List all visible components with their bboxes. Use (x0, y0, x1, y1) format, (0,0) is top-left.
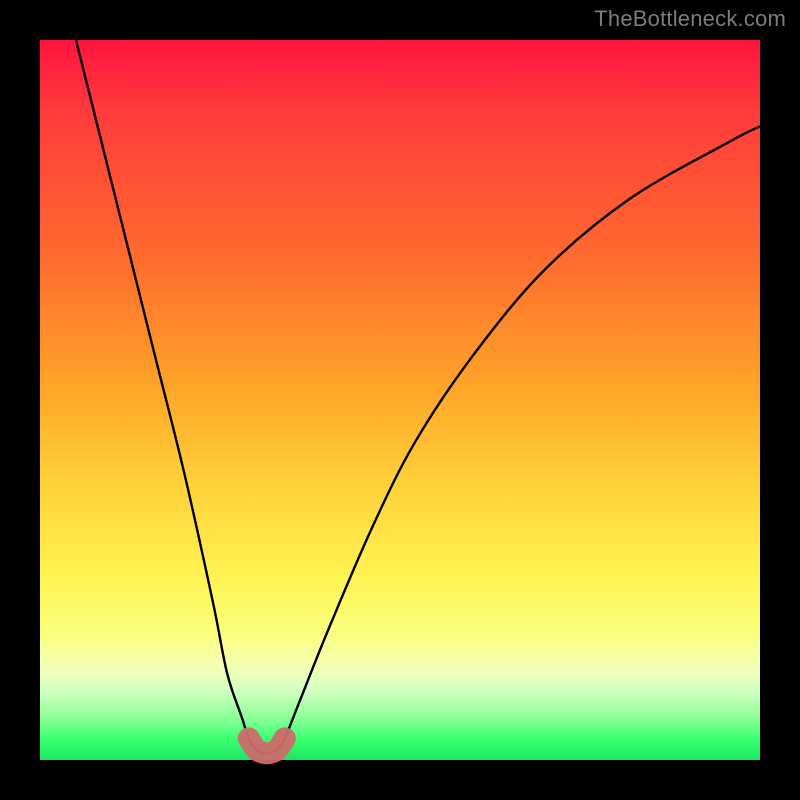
plot-area (40, 40, 760, 760)
marker-segment (249, 738, 285, 753)
curve-layer (40, 40, 760, 760)
watermark-text: TheBottleneck.com (594, 6, 786, 32)
chart-frame: TheBottleneck.com (0, 0, 800, 800)
bottleneck-curve (76, 40, 760, 753)
